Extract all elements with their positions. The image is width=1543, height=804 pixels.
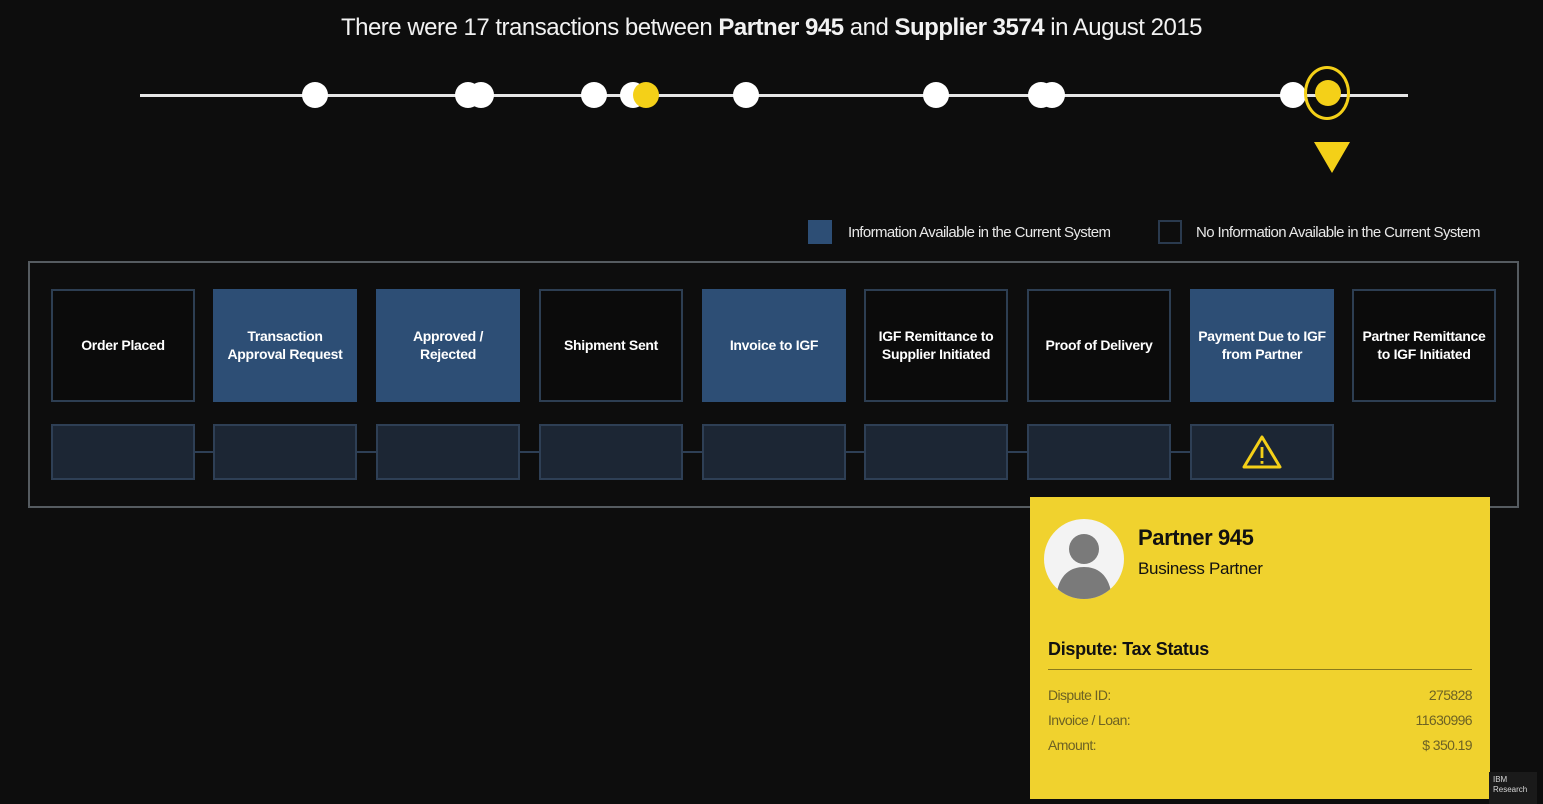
partner-name: Partner 945 (1138, 525, 1254, 550)
status-connector (1171, 451, 1190, 453)
detail-value: 11630996 (1415, 712, 1473, 728)
legend-label-available: Information Available in the Current Sys… (848, 224, 1111, 241)
timeline-transaction-dot-highlighted[interactable] (633, 82, 659, 108)
step-label: Partner Remittance to IGF Initiated (1362, 328, 1486, 362)
detail-label: Invoice / Loan: (1048, 712, 1131, 728)
process-step-payment-due[interactable]: Payment Due to IGF from Partner (1190, 289, 1334, 402)
step-label: Proof of Delivery (1045, 336, 1153, 353)
timeline-transaction-dot[interactable] (733, 82, 759, 108)
status-cell-warning[interactable] (1190, 424, 1334, 480)
person-silhouette-icon (1056, 534, 1112, 599)
status-connector (683, 451, 702, 453)
status-cell[interactable] (539, 424, 683, 480)
step-label: Shipment Sent (563, 336, 659, 353)
process-step-shipment-sent[interactable]: Shipment Sent (539, 289, 683, 402)
legend-swatch-unavailable (1158, 220, 1182, 244)
status-connector (357, 451, 376, 453)
avatar-icon (1044, 519, 1124, 599)
status-cell[interactable] (51, 424, 195, 480)
detail-row-amount: Amount: $ 350.19 (1048, 733, 1473, 758)
process-step-partner-remittance[interactable]: Partner Remittance to IGF Initiated (1352, 289, 1496, 402)
process-step-order-placed[interactable]: Order Placed (51, 289, 195, 402)
partner-role: Business Partner (1138, 559, 1263, 578)
legend-label-unavailable: No Information Available in the Current … (1196, 224, 1481, 241)
step-label: Transaction Approval Request (227, 328, 343, 362)
detail-label: Dispute ID: (1048, 687, 1111, 703)
timeline-transaction-dot[interactable] (468, 82, 494, 108)
logo-line-1: IBM (1493, 775, 1508, 784)
step-label: Invoice to IGF (729, 336, 819, 353)
warning-triangle-icon (1242, 435, 1282, 469)
step-label: Approved / Rejected (412, 328, 484, 362)
ibm-research-logo: IBM Research (1489, 772, 1537, 804)
status-connector (1008, 451, 1027, 453)
divider (1048, 669, 1472, 670)
process-step-approved-rejected[interactable]: Approved / Rejected (376, 289, 520, 402)
status-cell[interactable] (864, 424, 1008, 480)
process-step-proof-of-delivery[interactable]: Proof of Delivery (1027, 289, 1171, 402)
dispute-title: Dispute: Tax Status (1048, 639, 1209, 659)
process-step-transaction-approval-request[interactable]: Transaction Approval Request (213, 289, 357, 402)
detail-label: Amount: (1048, 737, 1097, 753)
process-step-invoice-to-igf[interactable]: Invoice to IGF (702, 289, 846, 402)
step-label: Payment Due to IGF from Partner (1198, 328, 1326, 362)
transaction-timeline (0, 0, 1543, 200)
detail-value: $ 350.19 (1422, 737, 1472, 753)
dispute-details: Dispute ID: 275828 Invoice / Loan: 11630… (1048, 683, 1473, 758)
timeline-transaction-dot[interactable] (302, 82, 328, 108)
process-step-igf-remittance[interactable]: IGF Remittance to Supplier Initiated (864, 289, 1008, 402)
status-connector (520, 451, 539, 453)
logo-line-2: Research (1493, 785, 1528, 794)
detail-row-invoice-loan: Invoice / Loan: 11630996 (1048, 708, 1473, 733)
partner-detail-card: Partner 945 Business Partner Dispute: Ta… (1030, 497, 1490, 799)
timeline-transaction-dot-selected[interactable] (1315, 80, 1341, 106)
status-cell[interactable] (376, 424, 520, 480)
status-connector (195, 451, 214, 453)
step-label: IGF Remittance to Supplier Initiated (878, 328, 994, 362)
detail-value: 275828 (1428, 687, 1473, 703)
status-cell[interactable] (1027, 424, 1171, 480)
step-label: Order Placed (81, 336, 165, 353)
detail-row-dispute-id: Dispute ID: 275828 (1048, 683, 1473, 708)
timeline-transaction-dot[interactable] (581, 82, 607, 108)
timeline-transaction-dot[interactable] (1280, 82, 1306, 108)
selection-pointer-icon (1314, 142, 1350, 173)
status-cell[interactable] (213, 424, 357, 480)
legend-swatch-available (808, 220, 832, 244)
timeline-track (140, 94, 1408, 97)
timeline-transaction-dot[interactable] (923, 82, 949, 108)
timeline-transaction-dot[interactable] (1039, 82, 1065, 108)
status-cell[interactable] (702, 424, 846, 480)
status-connector (846, 451, 865, 453)
